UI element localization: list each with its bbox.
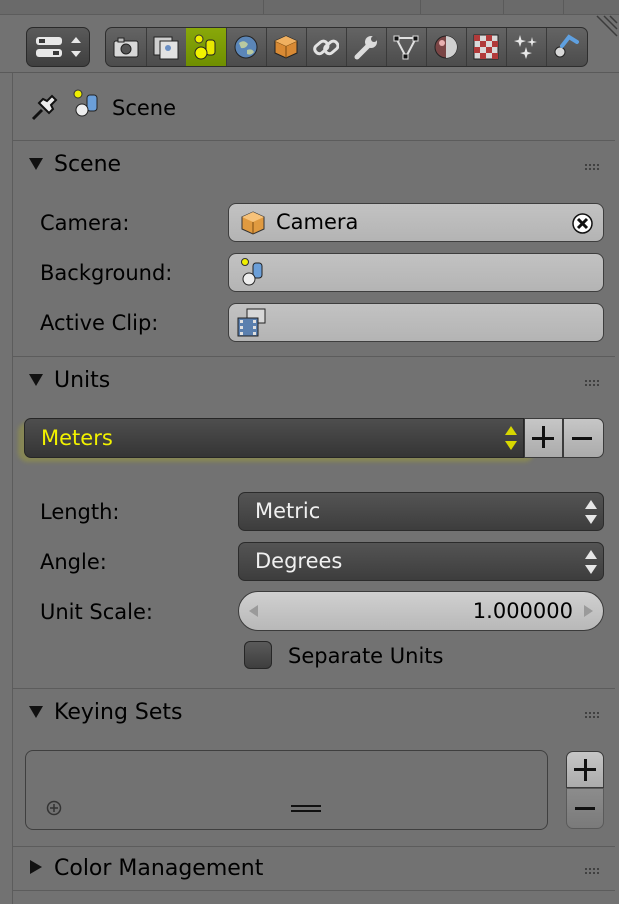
dropdown-arrows-icon [585,549,597,575]
top-edge [0,0,619,15]
angle-value: Degrees [255,549,343,573]
tab-render-layers[interactable] [146,28,187,66]
keying-sets-list[interactable] [25,750,548,830]
collapse-triangle-icon[interactable] [29,158,43,170]
movie-clip-icon [237,308,266,337]
camera-field[interactable]: Camera [228,203,604,242]
tab-render[interactable] [106,28,147,66]
panel-drag-grip-icon[interactable] [584,867,600,875]
area-resize-corner-icon[interactable] [595,14,619,38]
camera-value: Camera [276,210,359,234]
tab-constraints[interactable] [306,28,347,66]
divider [12,846,615,847]
tab-world[interactable] [226,28,267,66]
properties-context-tabs [105,27,588,67]
mesh-vertex-icon [393,35,419,60]
remove-keying-set-button[interactable] [566,788,604,829]
add-keying-set-button[interactable] [566,751,604,788]
background-field[interactable] [228,253,604,292]
cube-icon [274,35,298,59]
tab-scene[interactable] [186,28,227,66]
add-preset-button[interactable] [524,418,563,458]
camera-icon [113,37,139,58]
scene-icon [194,34,216,60]
pin-icon[interactable] [29,91,61,123]
wrench-icon [354,36,377,60]
tab-object[interactable] [266,28,307,66]
tab-material[interactable] [426,28,467,66]
scene-context-icon [73,89,98,117]
divider [12,140,615,141]
tab-physics[interactable] [546,28,586,66]
context-breadcrumb-scene: Scene [112,96,177,120]
panel-drag-grip-icon[interactable] [584,711,600,719]
scene-panel-title[interactable]: Scene [54,152,121,177]
unit-scale-value: 1.000000 [472,599,573,623]
units-panel-title[interactable]: Units [54,368,110,393]
unit-preset-dropdown[interactable]: Meters [24,418,524,458]
active-clip-label: Active Clip: [40,311,159,335]
background-label: Background: [40,261,173,285]
tab-particles[interactable] [506,28,547,66]
dropdown-arrows-icon [585,499,597,525]
divider [12,688,615,689]
active-clip-field[interactable] [228,303,604,342]
increment-arrow-icon[interactable] [584,605,593,617]
separate-units-label[interactable]: Separate Units [288,644,443,668]
clear-x-icon[interactable] [572,213,593,234]
render-layers-icon [153,36,179,60]
decrement-arrow-icon[interactable] [249,605,258,617]
particles-icon [514,35,537,59]
angle-dropdown[interactable]: Degrees [238,542,604,581]
length-dropdown[interactable]: Metric [238,492,604,531]
length-value: Metric [255,499,321,523]
camera-label: Camera: [40,211,130,235]
editor-type-icon [36,37,81,57]
world-icon [234,35,258,59]
panel-drag-grip-icon[interactable] [584,379,600,387]
divider [12,890,615,891]
chain-link-icon [313,39,339,56]
panel-drag-grip-icon[interactable] [584,163,600,171]
color-management-panel-title[interactable]: Color Management [54,856,263,881]
dropdown-arrows-icon [505,425,517,451]
tab-data[interactable] [386,28,427,66]
checker-texture-icon [473,34,499,60]
angle-label: Angle: [40,550,107,574]
tab-texture[interactable] [466,28,507,66]
remove-preset-button[interactable] [563,418,604,458]
unit-scale-label: Unit Scale: [40,600,153,624]
camera-object-icon [241,211,265,235]
list-filter-icon[interactable] [46,800,62,816]
scene-object-icon [241,258,263,286]
keying-sets-panel-title[interactable]: Keying Sets [54,700,183,725]
unit-scale-slider[interactable]: 1.000000 [238,591,604,631]
collapse-triangle-icon[interactable] [29,374,43,386]
divider [12,356,615,357]
physics-icon [554,34,579,58]
separate-units-checkbox[interactable] [244,641,272,669]
collapse-triangle-icon[interactable] [29,706,43,718]
list-resize-grip-icon[interactable] [290,803,322,815]
properties-header [0,0,619,73]
expand-triangle-icon[interactable] [30,860,42,874]
tab-modifiers[interactable] [346,28,387,66]
material-sphere-icon [434,35,458,59]
length-label: Length: [40,500,120,524]
editor-type-button[interactable] [26,27,90,67]
unit-preset-value: Meters [41,426,113,450]
